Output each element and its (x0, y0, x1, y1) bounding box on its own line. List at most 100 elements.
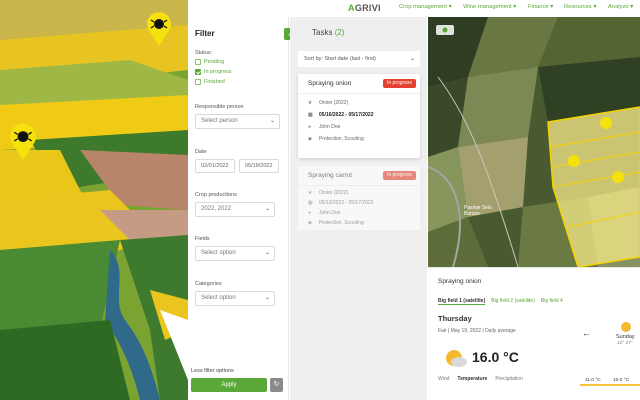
status-finished[interactable]: Finished (195, 79, 225, 85)
tab-big-field-4[interactable]: Big field 4 (541, 298, 563, 305)
date-from-input[interactable]: 02/01/2022 (195, 159, 235, 173)
crop-label: Crop productions (195, 192, 237, 198)
graph-value: 10.0 °C (613, 378, 630, 383)
tag-icon: ◆ (308, 219, 312, 226)
chevron-down-icon: ⌄ (264, 295, 270, 301)
task-person-text: John Doe (319, 124, 341, 130)
temperature-graph-line (580, 384, 640, 396)
task-person: ● John Doe (308, 210, 340, 216)
chevron-down-icon: ⌄ (264, 250, 270, 256)
weather-task-name: Spraying onion (438, 278, 482, 285)
task-categories-text: Protection, Scouting (319, 220, 364, 226)
date-label: Date (195, 149, 207, 155)
option-precipitation[interactable]: Precipitation (495, 376, 523, 382)
tab-big-field-2[interactable]: Big field 2 (satellite) (491, 298, 535, 305)
map-marker-icon (568, 155, 580, 167)
status-pending-label: Pending (204, 59, 225, 65)
tasks-panel: Tasks (2) Sort by: Start date (last - fi… (290, 17, 427, 400)
calendar-icon: ▦ (308, 199, 313, 206)
status-badge: In progress (382, 79, 416, 88)
task-crop-text: Onion (2022) (319, 190, 349, 196)
fields-placeholder: Select option (201, 250, 236, 256)
status-pending[interactable]: Pending (195, 59, 224, 65)
task-crop: ❦ Onion (2022) (308, 190, 348, 196)
sort-select[interactable]: Sort by: Start date (last - first) ⌄ (298, 51, 420, 67)
bug-pin-icon[interactable] (146, 12, 172, 46)
categories-placeholder: Select option (201, 295, 236, 301)
weather-temperature: 16.0 °C (472, 349, 519, 365)
bug-pin-icon[interactable] (9, 123, 37, 161)
option-temperature[interactable]: Temperature (457, 376, 487, 382)
task-crop: ❦ Onion (2022) (308, 100, 348, 106)
task-categories-text: Protection, Scouting (319, 136, 364, 142)
filter-panel: Filter ‹ Status: Pending In progress Fin… (188, 17, 296, 400)
map-marker-icon (600, 117, 612, 129)
checkbox[interactable] (195, 79, 201, 85)
chevron-down-icon: ⌄ (409, 56, 415, 62)
checkbox-checked[interactable] (195, 69, 201, 75)
task-card[interactable]: Spraying carrot In progress ❦ Onion (2022… (298, 166, 420, 230)
weather-metric-options: Wind Temperature Precipitation (438, 376, 523, 382)
weather-panel: Spraying onion Big field 1 (satellite) B… (428, 267, 640, 400)
app-root: AGRIVI Crop management ▾ Wine management… (0, 0, 640, 400)
tasks-count: (2) (334, 28, 345, 37)
task-categories: ◆ Protection, Scouting (308, 136, 364, 142)
nav-finance[interactable]: Finance ▾ (528, 4, 553, 10)
task-dates: ▦ 05/16/2022 - 05/17/2022 (308, 200, 374, 206)
crop-value: 2022, 2022 (201, 206, 232, 212)
tab-big-field-1[interactable]: Big field 1 (satellite) (438, 298, 486, 305)
status-in-progress-label: In progress (204, 69, 232, 75)
user-icon: ● (308, 209, 312, 216)
nav-crop-management[interactable]: Crop management ▾ (399, 4, 452, 10)
fields-label: Fields (195, 236, 210, 242)
landscape-image (0, 0, 188, 400)
tasks-title-text: Tasks (312, 28, 333, 37)
sort-label: Sort by: Start date (last - first) (304, 56, 376, 62)
task-crop-text: Onion (2022) (319, 100, 349, 106)
map-image (428, 17, 640, 267)
divider (298, 93, 420, 94)
filter-title: Filter (195, 29, 215, 38)
weather-day: Thursday (438, 314, 472, 323)
checkbox[interactable] (195, 59, 201, 65)
responsible-select[interactable]: Select person ⌄ (195, 114, 280, 129)
nav-wine-management[interactable]: Wine management ▾ (463, 4, 516, 10)
leaf-icon: ❦ (308, 189, 313, 196)
task-name: Spraying carrot (308, 172, 353, 179)
user-icon: ● (308, 123, 312, 130)
crop-select[interactable]: 2022, 2022 ⌄ (195, 202, 275, 217)
task-dates: ▦ 05/16/2022 - 05/17/2022 (308, 112, 374, 118)
task-categories: ◆ Protection, Scouting (308, 220, 364, 226)
status-badge: In progress (382, 171, 416, 180)
next-day: Sunday (616, 334, 635, 340)
map-marker-icon (612, 171, 624, 183)
status-in-progress[interactable]: In progress (195, 69, 232, 75)
status-finished-label: Finished (204, 79, 225, 85)
sun-cloud-icon (444, 348, 468, 373)
tasks-title: Tasks (2) (312, 28, 344, 37)
chevron-down-icon: ⌄ (269, 118, 275, 124)
categories-select[interactable]: Select option ⌄ (195, 291, 275, 306)
option-wind[interactable]: Wind (438, 376, 449, 382)
task-person-text: John Doe (319, 210, 341, 216)
date-to-input[interactable]: 05/18/2022 (239, 159, 279, 173)
aerial-photo (0, 0, 188, 400)
less-filter-options-link[interactable]: Less filter options (191, 368, 234, 374)
map-town-label: Pasinje Selo Borovo (464, 205, 492, 217)
task-dates-text: 05/16/2022 - 05/17/2022 (319, 200, 374, 206)
responsible-placeholder: Select person (201, 118, 238, 124)
apply-button[interactable]: Apply (191, 378, 267, 392)
nav-resources[interactable]: Resources ▾ (564, 4, 596, 10)
categories-label: Categories (195, 281, 222, 287)
fields-select[interactable]: Select option ⌄ (195, 246, 275, 261)
chevron-down-icon: ⌄ (264, 206, 270, 212)
nav-analyze[interactable]: Analyze ▾ (608, 4, 633, 10)
brand-logo[interactable]: AGRIVI (348, 3, 381, 13)
status-label: Status: (195, 50, 213, 56)
graph-value: 11.0 °C (585, 378, 601, 383)
satellite-map[interactable]: Pasinje Selo Borovo (428, 17, 640, 267)
task-card[interactable]: Spraying onion In progress ❦ Onion (2022)… (298, 74, 420, 158)
reset-icon[interactable]: ↻ (270, 378, 283, 392)
top-nav: AGRIVI Crop management ▾ Wine management… (290, 0, 640, 17)
arrow-left-icon[interactable]: ← (582, 328, 591, 338)
